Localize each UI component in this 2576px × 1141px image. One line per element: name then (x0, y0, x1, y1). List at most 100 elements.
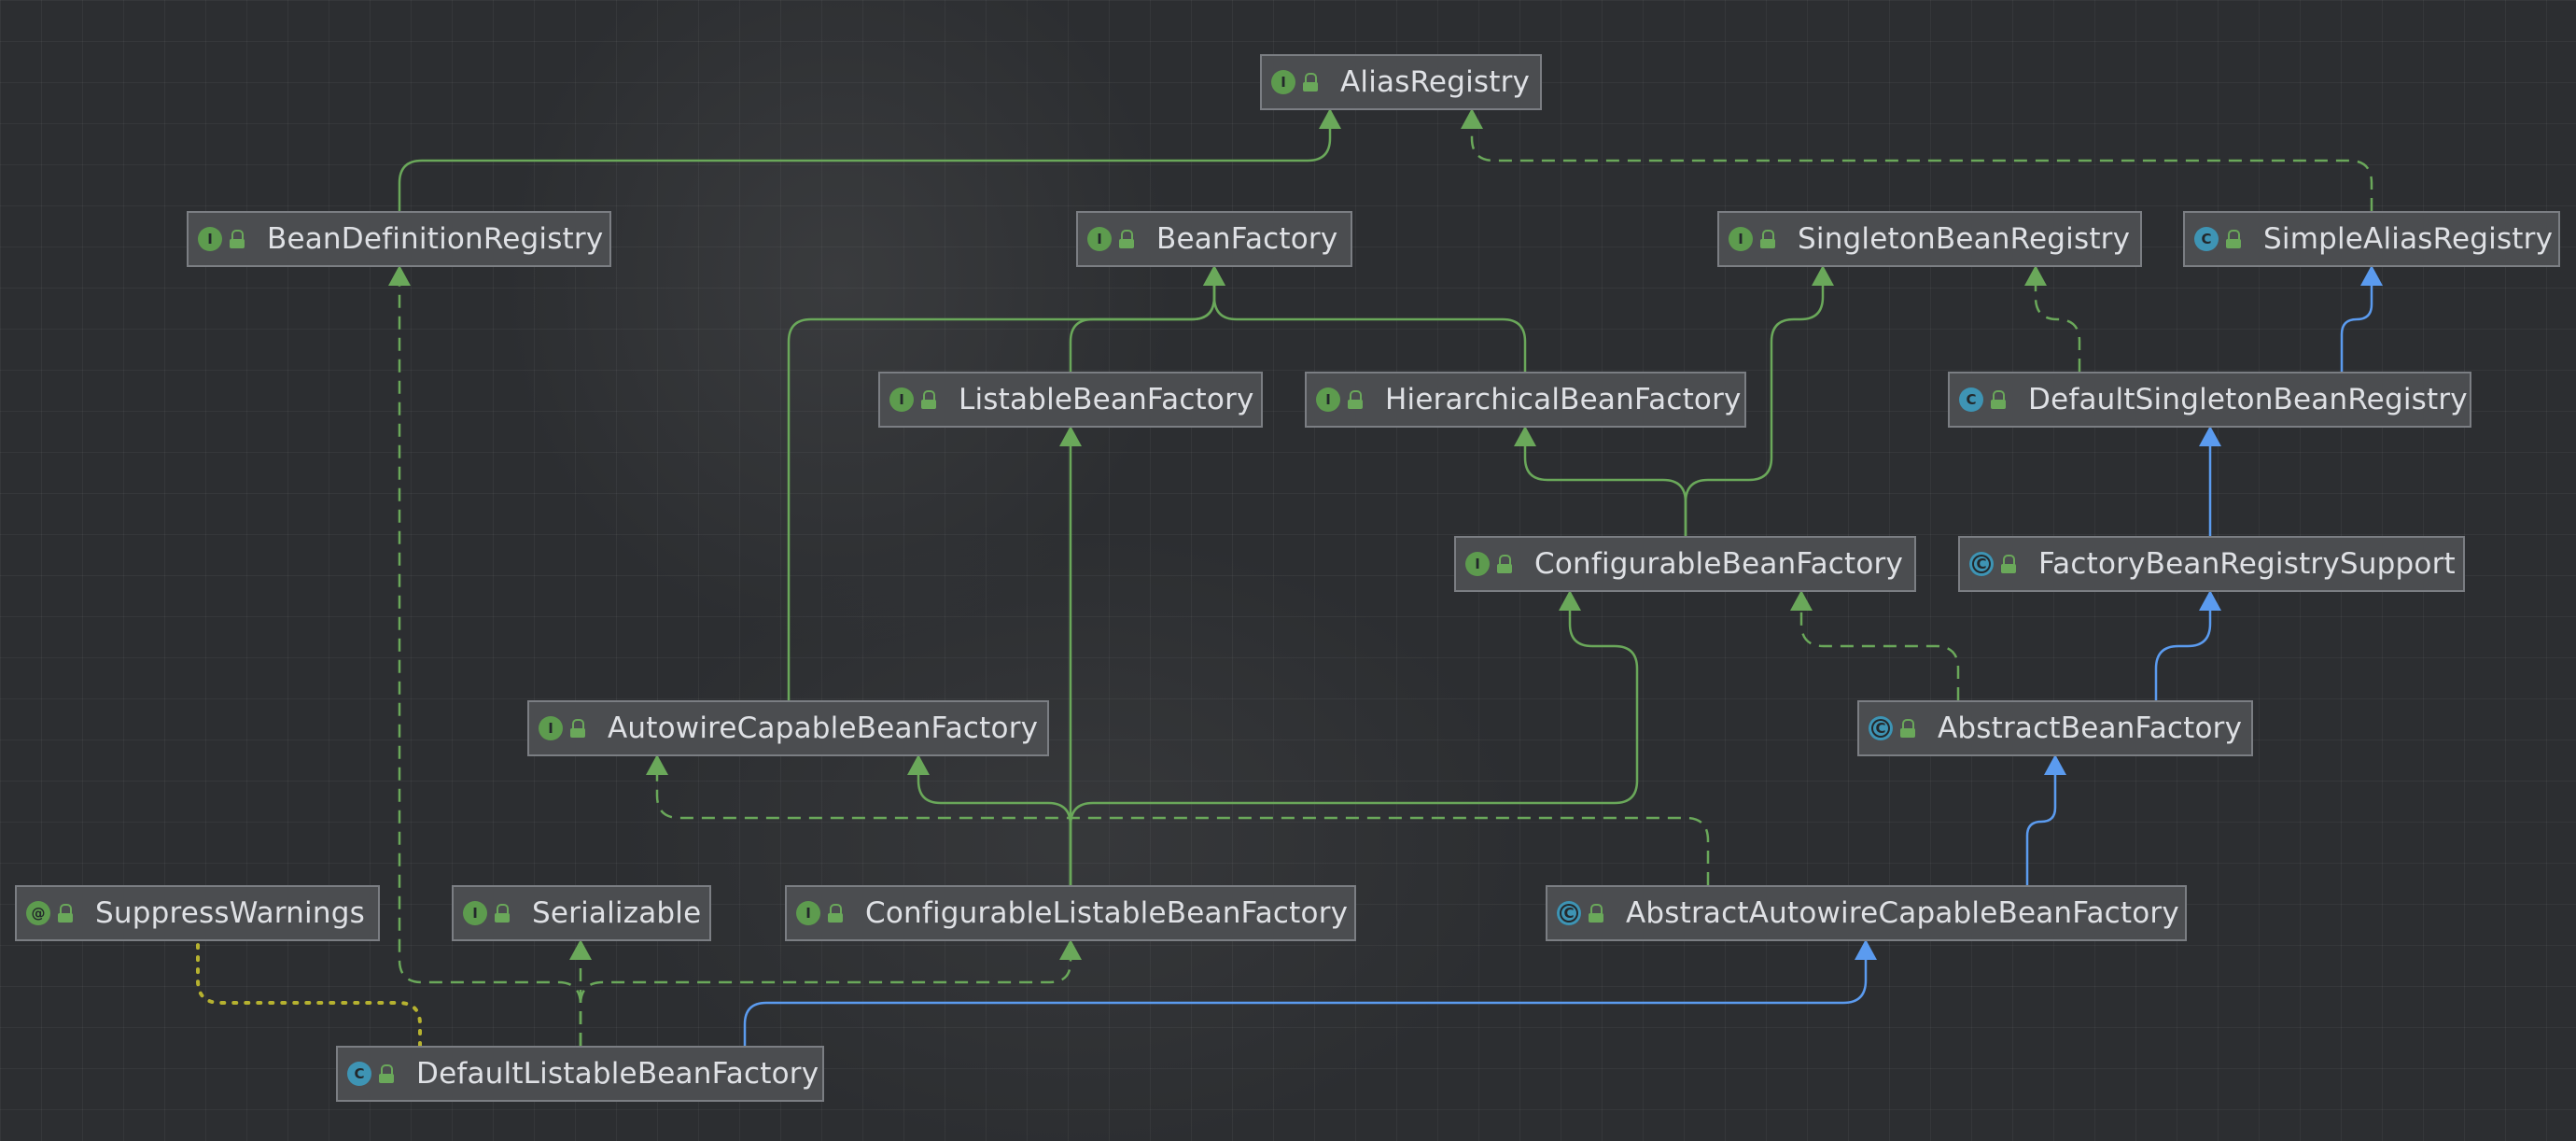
arrowhead-icon (907, 754, 930, 775)
node-label: AbstractAutowireCapableBeanFactory (1626, 896, 2179, 930)
arrowhead-icon (1812, 265, 1834, 286)
public-lock-icon (2001, 555, 2016, 573)
arrowhead-icon (2024, 265, 2047, 286)
abstract-badge-icon: C (1557, 901, 1581, 925)
edge-line (579, 941, 1072, 1046)
node-label: Serializable (532, 896, 702, 930)
diagram-canvas: I AliasRegistry I BeanDefinitionRegistry I Be… (0, 0, 2576, 1141)
node-serializable[interactable]: I Serializable (452, 885, 711, 941)
node-bean-definition-registry[interactable]: I BeanDefinitionRegistry (187, 211, 611, 267)
node-hierarchical-bean-factory[interactable]: I HierarchicalBeanFactory (1305, 372, 1746, 428)
edge-configurable-bean-factory-to-hierarchical-bean-factory (1514, 426, 1687, 536)
node-label: AbstractBeanFactory (1938, 711, 2243, 745)
arrowhead-icon (2360, 265, 2383, 286)
node-simple-alias-registry[interactable]: C SimpleAliasRegistry (2183, 211, 2560, 267)
interface-badge-icon: I (889, 387, 914, 412)
edge-default-listable-bean-factory-to-configurable-listable-bean-factory (579, 939, 1082, 1046)
node-default-singleton-bean-registry[interactable]: C DefaultSingletonBeanRegistry (1948, 372, 2471, 428)
public-lock-icon (379, 1064, 394, 1083)
edge-line (196, 939, 422, 1048)
public-lock-icon (570, 719, 585, 738)
public-lock-icon (495, 904, 510, 923)
node-label: BeanDefinitionRegistry (267, 222, 604, 256)
node-configurable-bean-factory[interactable]: I ConfigurableBeanFactory (1454, 536, 1916, 592)
edge-abstract-bean-factory-to-configurable-bean-factory (1790, 590, 1960, 700)
public-lock-icon (58, 904, 73, 923)
arrowhead-icon (1059, 939, 1082, 960)
node-label: DefaultSingletonBeanRegistry (2028, 383, 2468, 416)
node-alias-registry[interactable]: I AliasRegistry (1260, 54, 1542, 110)
edge-line (2025, 756, 2057, 885)
interface-badge-icon: I (463, 901, 487, 925)
node-factory-bean-registry-support[interactable]: C FactoryBeanRegistrySupport (1958, 536, 2465, 592)
edge-line (787, 267, 1216, 700)
edge-abstract-autowire-capable-bean-factory-to-autowire-capable-bean-factory (646, 754, 1710, 885)
arrowhead-icon (1319, 108, 1341, 129)
node-configurable-listable-bean-factory[interactable]: I ConfigurableListableBeanFactory (785, 885, 1356, 941)
arrowhead-icon (1461, 108, 1483, 129)
edge-default-singleton-bean-registry-to-singleton-bean-registry (2024, 265, 2081, 372)
public-lock-icon (1303, 73, 1318, 92)
node-label: FactoryBeanRegistrySupport (2038, 547, 2456, 581)
edge-line (655, 756, 1710, 885)
public-lock-icon (1589, 904, 1603, 923)
arrowhead-icon (1059, 426, 1082, 446)
node-singleton-bean-registry[interactable]: I SingletonBeanRegistry (1717, 211, 2142, 267)
node-suppress-warnings[interactable]: @ SuppressWarnings (15, 885, 380, 941)
edge-autowire-capable-bean-factory-to-bean-factory (787, 265, 1225, 700)
node-default-listable-bean-factory[interactable]: C DefaultListableBeanFactory (336, 1046, 824, 1102)
arrowhead-icon (388, 265, 411, 286)
edge-configurable-listable-bean-factory-to-configurable-bean-factory (1069, 590, 1639, 885)
public-lock-icon (1497, 555, 1512, 573)
node-label: SingletonBeanRegistry (1798, 222, 2131, 256)
edge-line (1069, 592, 1639, 885)
node-label: BeanFactory (1156, 222, 1338, 256)
interface-badge-icon: I (796, 901, 820, 925)
interface-badge-icon: I (539, 716, 563, 740)
node-listable-bean-factory[interactable]: I ListableBeanFactory (878, 372, 1263, 428)
annotation-badge-icon: @ (26, 901, 50, 925)
edge-line (1212, 267, 1527, 372)
edge-line (743, 941, 1868, 1046)
abstract-badge-icon: C (1869, 716, 1893, 740)
arrowhead-icon (1203, 265, 1225, 286)
abstract-badge-icon: C (1969, 552, 1994, 576)
node-label: ListableBeanFactory (959, 383, 1254, 416)
node-abstract-autowire-capable-bean-factory[interactable]: C AbstractAutowireCapableBeanFactory (1546, 885, 2187, 941)
arrowhead-icon (2199, 590, 2221, 611)
node-label: DefaultListableBeanFactory (416, 1057, 819, 1091)
node-label: SuppressWarnings (95, 896, 365, 930)
class-badge-icon: C (1959, 387, 1983, 412)
interface-badge-icon: I (1087, 227, 1112, 251)
class-badge-icon: C (2194, 227, 2219, 251)
node-abstract-bean-factory[interactable]: C AbstractBeanFactory (1857, 700, 2253, 756)
public-lock-icon (1348, 390, 1363, 409)
arrowhead-icon (1514, 426, 1536, 446)
public-lock-icon (828, 904, 843, 923)
edge-hierarchical-bean-factory-to-bean-factory (1203, 265, 1527, 372)
edge-simple-alias-registry-to-alias-registry (1461, 108, 2373, 211)
edge-line (398, 110, 1332, 211)
public-lock-icon (1900, 719, 1915, 738)
edge-line (917, 756, 1072, 885)
edge-default-singleton-bean-registry-to-simple-alias-registry (2340, 265, 2383, 372)
interface-badge-icon: I (198, 227, 222, 251)
interface-badge-icon: I (1729, 227, 1753, 251)
interface-badge-icon: I (1316, 387, 1340, 412)
node-label: SimpleAliasRegistry (2263, 222, 2554, 256)
edge-abstract-bean-factory-to-factory-bean-registry-support (2154, 590, 2221, 700)
node-bean-factory[interactable]: I BeanFactory (1076, 211, 1352, 267)
edge-factory-bean-registry-support-to-default-singleton-bean-registry (2199, 426, 2221, 536)
arrowhead-icon (2044, 754, 2066, 775)
edge-line (1470, 110, 2373, 211)
edge-line (1523, 428, 1687, 536)
node-label: AliasRegistry (1340, 65, 1531, 99)
public-lock-icon (230, 230, 245, 248)
public-lock-icon (921, 390, 936, 409)
node-autowire-capable-bean-factory[interactable]: I AutowireCapableBeanFactory (527, 700, 1049, 756)
edge-default-listable-bean-factory-to-suppress-warnings (196, 939, 422, 1048)
public-lock-icon (2226, 230, 2241, 248)
edge-default-listable-bean-factory-to-serializable (569, 939, 592, 1046)
edge-line (1799, 592, 1960, 700)
public-lock-icon (1991, 390, 2006, 409)
